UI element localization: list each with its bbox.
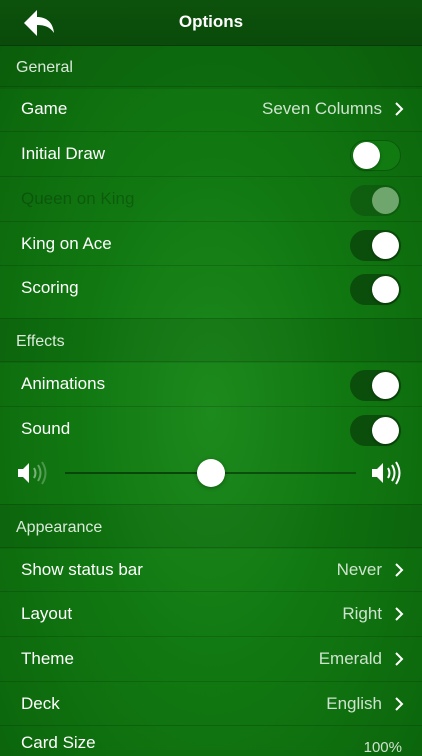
deck-row[interactable]: Deck English bbox=[0, 681, 422, 726]
game-value: Seven Columns bbox=[261, 99, 382, 118]
game-label: Game bbox=[21, 99, 68, 118]
card-size-row: Card Size 100% bbox=[0, 725, 422, 756]
animations-row: Animations bbox=[0, 361, 422, 406]
navigation-bar: Options bbox=[0, 0, 422, 46]
chevron-right-icon bbox=[395, 563, 404, 577]
section-header-appearance: Appearance bbox=[0, 504, 422, 549]
sound-toggle[interactable] bbox=[350, 415, 401, 446]
toggle-knob bbox=[372, 372, 399, 399]
theme-value: Emerald bbox=[318, 649, 382, 668]
theme-row[interactable]: Theme Emerald bbox=[0, 636, 422, 681]
theme-label: Theme bbox=[21, 649, 74, 668]
animations-label: Animations bbox=[21, 374, 106, 393]
scoring-row: Scoring bbox=[0, 265, 422, 310]
queen-on-king-row: Queen on King bbox=[0, 176, 422, 221]
section-title: Appearance bbox=[16, 519, 103, 536]
scoring-label: Scoring bbox=[21, 278, 79, 297]
sound-row: Sound bbox=[0, 406, 422, 451]
deck-value: English bbox=[326, 694, 382, 713]
section-title: General bbox=[16, 59, 73, 76]
game-row[interactable]: Game Seven Columns bbox=[0, 86, 422, 131]
toggle-knob bbox=[372, 276, 399, 303]
queen-on-king-label: Queen on King bbox=[21, 189, 135, 208]
volume-slider-thumb[interactable] bbox=[196, 459, 225, 487]
initial-draw-row: Initial Draw bbox=[0, 131, 422, 176]
layout-row[interactable]: Layout Right bbox=[0, 591, 422, 636]
speaker-low-icon bbox=[18, 461, 47, 485]
deck-label: Deck bbox=[21, 694, 60, 713]
initial-draw-toggle[interactable] bbox=[350, 140, 401, 171]
volume-slider[interactable] bbox=[65, 459, 356, 487]
king-on-ace-toggle[interactable] bbox=[350, 230, 401, 261]
volume-slider-row bbox=[0, 450, 422, 495]
sound-label: Sound bbox=[21, 419, 71, 438]
layout-value: Right bbox=[342, 604, 382, 623]
section-header-effects: Effects bbox=[0, 318, 422, 363]
speaker-high-icon bbox=[372, 461, 401, 485]
show-status-bar-label: Show status bar bbox=[21, 560, 143, 579]
king-on-ace-row: King on Ace bbox=[0, 221, 422, 266]
queen-on-king-toggle bbox=[350, 185, 401, 216]
animations-toggle[interactable] bbox=[350, 370, 401, 401]
toggle-knob bbox=[372, 232, 399, 259]
layout-label: Layout bbox=[21, 604, 73, 623]
chevron-right-icon bbox=[395, 607, 404, 621]
initial-draw-label: Initial Draw bbox=[21, 144, 106, 163]
king-on-ace-label: King on Ace bbox=[21, 234, 112, 253]
chevron-right-icon bbox=[395, 697, 404, 711]
show-status-bar-value: Never bbox=[336, 560, 382, 579]
section-title: Effects bbox=[16, 333, 65, 350]
chevron-right-icon bbox=[395, 652, 404, 666]
toggle-knob bbox=[372, 417, 399, 444]
card-size-value: 100% bbox=[363, 739, 402, 756]
card-size-label: Card Size bbox=[21, 733, 96, 752]
show-status-bar-row[interactable]: Show status bar Never bbox=[0, 547, 422, 592]
toggle-knob bbox=[372, 187, 399, 214]
scoring-toggle[interactable] bbox=[350, 274, 401, 305]
volume-track-fill bbox=[65, 472, 211, 474]
section-header-general: General bbox=[0, 45, 422, 89]
chevron-right-icon bbox=[395, 102, 404, 116]
page-title: Options bbox=[178, 12, 244, 31]
toggle-knob bbox=[353, 142, 380, 169]
